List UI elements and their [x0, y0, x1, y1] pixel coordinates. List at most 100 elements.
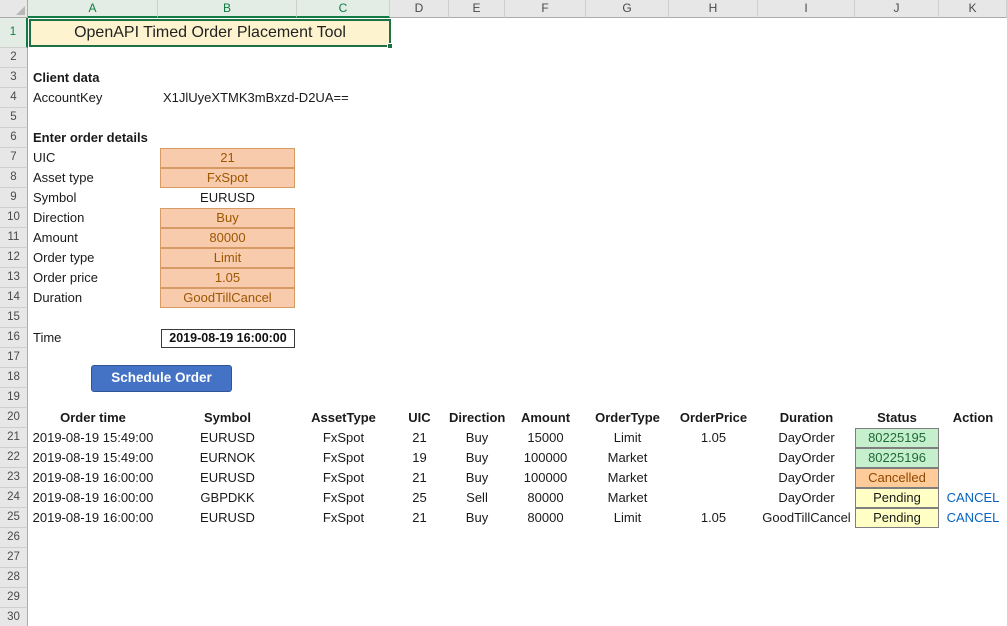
direction-cell: Buy — [449, 448, 505, 468]
column-header-g[interactable]: G — [586, 0, 669, 18]
time-input[interactable]: 2019-08-19 16:00:00 — [161, 329, 295, 348]
row-header-29[interactable]: 29 — [0, 588, 28, 608]
row-header-8[interactable]: 8 — [0, 168, 28, 188]
order-type-input[interactable]: Limit — [160, 248, 295, 268]
time-label: Time — [33, 328, 61, 348]
column-header-f[interactable]: F — [505, 0, 586, 18]
orders-header-order-type: OrderType — [586, 408, 669, 428]
duration-input[interactable]: GoodTillCancel — [160, 288, 295, 308]
account-key-value: X1JlUyeXTMK3mBxzd-D2UA== — [163, 88, 349, 108]
row-header-9[interactable]: 9 — [0, 188, 28, 208]
row-header-7[interactable]: 7 — [0, 148, 28, 168]
row-header-30[interactable]: 30 — [0, 608, 28, 626]
row-header-28[interactable]: 28 — [0, 568, 28, 588]
row-header-23[interactable]: 23 — [0, 468, 28, 488]
uic-cell: 19 — [390, 448, 449, 468]
uic-cell: 21 — [390, 468, 449, 488]
order-time-cell: 2019-08-19 16:00:00 — [28, 468, 158, 488]
direction-label: Direction — [33, 208, 84, 228]
row-header-6[interactable]: 6 — [0, 128, 28, 148]
row-header-18[interactable]: 18 — [0, 368, 28, 388]
column-header-a[interactable]: A — [28, 0, 158, 18]
row-header-22[interactable]: 22 — [0, 448, 28, 468]
column-header-h[interactable]: H — [669, 0, 758, 18]
order-type-cell: Limit — [586, 508, 669, 528]
uic-cell: 21 — [390, 508, 449, 528]
orders-header-symbol: Symbol — [158, 408, 297, 428]
order-type-label: Order type — [33, 248, 94, 268]
selection-fill-handle[interactable] — [387, 43, 393, 49]
direction-input[interactable]: Buy — [160, 208, 295, 228]
order-type-cell: Market — [586, 488, 669, 508]
row-header-19[interactable]: 19 — [0, 388, 28, 408]
direction-cell: Buy — [449, 468, 505, 488]
row-header-21[interactable]: 21 — [0, 428, 28, 448]
uic-cell: 21 — [390, 428, 449, 448]
orders-table: Order time Symbol AssetType UIC Directio… — [28, 408, 1007, 528]
order-price-input[interactable]: 1.05 — [160, 268, 295, 288]
duration-cell: DayOrder — [758, 468, 855, 488]
row-header-15[interactable]: 15 — [0, 308, 28, 328]
orders-header-order-price: OrderPrice — [669, 408, 758, 428]
duration-label: Duration — [33, 288, 82, 308]
status-badge: Cancelled — [855, 468, 939, 488]
column-header-b[interactable]: B — [158, 0, 297, 18]
column-header-k[interactable]: K — [939, 0, 1007, 18]
order-price-cell: 1.05 — [669, 428, 758, 448]
orders-header-status: Status — [855, 408, 939, 428]
asset-type-label: Asset type — [33, 168, 94, 188]
row-header-3[interactable]: 3 — [0, 68, 28, 88]
row-header-10[interactable]: 10 — [0, 208, 28, 228]
spreadsheet: ABCDEFGHIJK 1234567891011121314151617181… — [0, 0, 1007, 626]
row-header-16[interactable]: 16 — [0, 328, 28, 348]
row-header-26[interactable]: 26 — [0, 528, 28, 548]
column-header-c[interactable]: C — [297, 0, 390, 18]
order-price-cell — [669, 488, 758, 508]
cancel-order-link[interactable]: CANCEL — [947, 490, 1000, 505]
amount-label: Amount — [33, 228, 78, 248]
row-header-4[interactable]: 4 — [0, 88, 28, 108]
column-header-j[interactable]: J — [855, 0, 939, 18]
row-header-27[interactable]: 27 — [0, 548, 28, 568]
symbol-cell: EURNOK — [158, 448, 297, 468]
column-header-i[interactable]: I — [758, 0, 855, 18]
order-time-cell: 2019-08-19 15:49:00 — [28, 428, 158, 448]
direction-cell: Sell — [449, 488, 505, 508]
row-header-13[interactable]: 13 — [0, 268, 28, 288]
row-header-2[interactable]: 2 — [0, 48, 28, 68]
order-time-cell: 2019-08-19 16:00:00 — [28, 488, 158, 508]
column-header-e[interactable]: E — [449, 0, 505, 18]
amount-input[interactable]: 80000 — [160, 228, 295, 248]
order-price-label: Order price — [33, 268, 98, 288]
status-badge: Pending — [855, 508, 939, 528]
row-header-5[interactable]: 5 — [0, 108, 28, 128]
row-header-17[interactable]: 17 — [0, 348, 28, 368]
row-header-25[interactable]: 25 — [0, 508, 28, 528]
symbol-cell: EURUSD — [158, 428, 297, 448]
status-badge: 80225195 — [855, 428, 939, 448]
status-badge: Pending — [855, 488, 939, 508]
uic-input[interactable]: 21 — [160, 148, 295, 168]
row-header-20[interactable]: 20 — [0, 408, 28, 428]
row-header-11[interactable]: 11 — [0, 228, 28, 248]
client-data-heading: Client data — [33, 68, 99, 88]
direction-cell: Buy — [449, 428, 505, 448]
asset-type-cell: FxSpot — [297, 428, 390, 448]
asset-type-input[interactable]: FxSpot — [160, 168, 295, 188]
column-header-d[interactable]: D — [390, 0, 449, 18]
duration-cell: DayOrder — [758, 488, 855, 508]
uic-label: UIC — [33, 148, 55, 168]
amount-cell: 100000 — [505, 448, 586, 468]
row-header-24[interactable]: 24 — [0, 488, 28, 508]
schedule-order-button[interactable]: Schedule Order — [91, 365, 232, 392]
row-header-14[interactable]: 14 — [0, 288, 28, 308]
select-all-button[interactable] — [0, 0, 28, 18]
title-cell[interactable]: OpenAPI Timed Order Placement Tool — [29, 19, 391, 47]
symbol-cell: GBPDKK — [158, 488, 297, 508]
asset-type-cell: FxSpot — [297, 508, 390, 528]
orders-header-action: Action — [939, 408, 1007, 428]
order-price-cell: 1.05 — [669, 508, 758, 528]
row-header-1[interactable]: 1 — [0, 18, 28, 48]
row-header-12[interactable]: 12 — [0, 248, 28, 268]
cancel-order-link[interactable]: CANCEL — [947, 510, 1000, 525]
